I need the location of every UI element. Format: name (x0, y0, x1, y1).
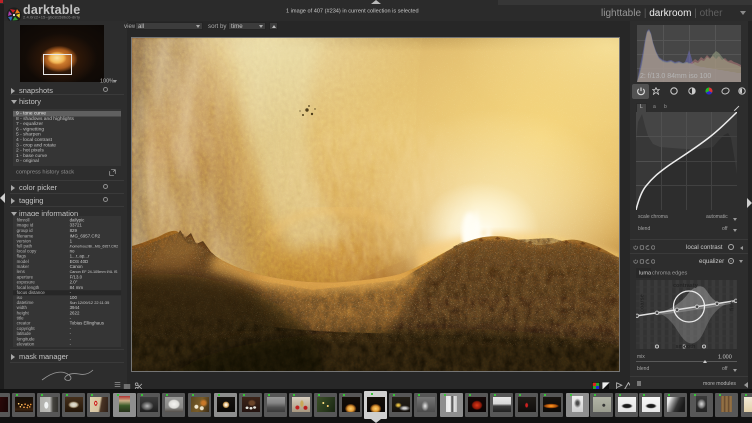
svg-text:2: f/13.0 84mm iso 100: 2: f/13.0 84mm iso 100 (640, 73, 711, 80)
svg-text:fine: fine (730, 301, 736, 311)
svg-text:contrasty: contrasty (673, 283, 699, 289)
svg-text:coarse: coarse (640, 294, 646, 312)
svg-text:smooth: smooth (676, 344, 697, 349)
